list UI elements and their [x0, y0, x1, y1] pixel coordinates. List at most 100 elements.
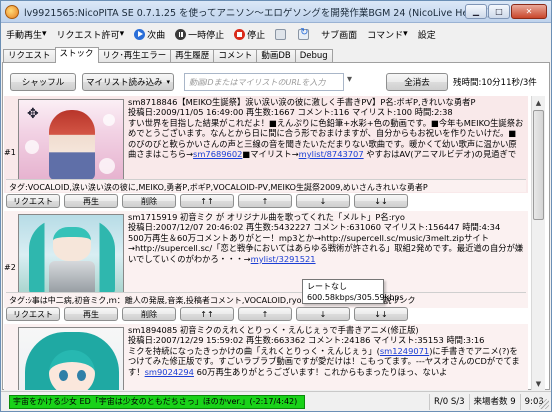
- pause-icon: [175, 28, 187, 40]
- video-description: ミクを持続になったきっかけの曲「えれくとりっく・えんじぇぅ」(sm1249071…: [128, 345, 520, 377]
- mylist-link[interactable]: mylist/3291521: [251, 254, 316, 264]
- window-title: lv9921565:NicoPITA SE 0.7.1.25 を使ってアニソン～…: [24, 7, 491, 19]
- video-meta: 投稿日:2009/11/05 16:49:00 再生数:1667 コメント:11…: [128, 107, 453, 118]
- item-info: sm1715919 初音ミク が オリジナル曲を歌ってくれた「メルト」P名:ry…: [128, 212, 524, 274]
- scroll-thumb[interactable]: [533, 110, 544, 220]
- mute-toggle[interactable]: [270, 25, 293, 43]
- tag-line: タグ:ｼ事は中二病,初音ミク,ｍ：離人の発展,音楽,投稿者コメント,VOCALO…: [6, 292, 526, 305]
- move-top-button[interactable]: ↑↑: [180, 194, 234, 208]
- video-title: sm1715919 初音ミク が オリジナル曲を歌ってくれた「メルト」P名:ry…: [128, 212, 405, 222]
- tab-bar: リクエスト ストック リク･再生エラー 再生履歴 コメント 動画DB Debug: [3, 47, 333, 63]
- move-up-button[interactable]: ↑: [238, 307, 292, 321]
- chevron-down-icon: ▾: [166, 78, 171, 86]
- manual-play-menu[interactable]: 手動再生 ▾: [1, 25, 52, 43]
- chevron-down-icon: ▾: [403, 29, 408, 39]
- item-info: sm1894085 初音ミクのえれくとりっく・えんじぇぅで手書きアニメ(修正版)…: [128, 325, 524, 387]
- item-number: #2: [4, 263, 16, 272]
- mute-icon: [275, 28, 287, 40]
- pause-label: 一時停止: [188, 30, 225, 41]
- minimize-button[interactable]: ▁: [465, 4, 487, 19]
- video-meta: 投稿日:2007/12/07 20:46:02 再生数:5432227 コメント…: [128, 222, 501, 233]
- command-menu[interactable]: コマンド ▾: [362, 25, 413, 43]
- move-bottom-button[interactable]: ↓↓: [354, 307, 408, 321]
- video-description: 500万再生＆60万コメントありがとー！mp3とか→http://superce…: [128, 232, 524, 264]
- sub-window-label: サブ画面: [321, 30, 358, 41]
- settings-menu[interactable]: 設定: [413, 25, 441, 43]
- repeat-toggle[interactable]: [293, 25, 316, 43]
- scroll-down-icon[interactable]: ▼: [532, 377, 545, 390]
- repeat-icon: [298, 27, 310, 40]
- next-icon: [134, 28, 146, 40]
- tab-stock[interactable]: ストック: [54, 47, 99, 63]
- remaining-time: 残時間:10分11秒/3件: [453, 78, 537, 88]
- play-button[interactable]: 再生: [64, 194, 118, 208]
- maximize-button[interactable]: □: [488, 4, 510, 19]
- tooltip-line: レートなし: [307, 282, 347, 291]
- load-mylist-button[interactable]: マイリスト読み込み ▾: [82, 73, 174, 91]
- move-down-button[interactable]: ↓: [296, 307, 350, 321]
- item-button-row: リクエスト 再生 削除 ↑↑ ↑ ↓ ↓↓: [6, 307, 408, 321]
- request-button[interactable]: リクエスト: [6, 194, 60, 208]
- move-cursor-icon: ✥: [27, 106, 39, 122]
- close-button[interactable]: ✕: [511, 4, 547, 19]
- shuffle-button[interactable]: シャッフル: [10, 73, 76, 91]
- request-allow-label: リクエスト許可: [56, 30, 120, 41]
- request-button[interactable]: リクエスト: [6, 307, 60, 321]
- scroll-up-icon[interactable]: ▲: [532, 96, 545, 109]
- stock-list[interactable]: #1 ✥ sm8718846【MEIKO生誕祭】涙い涙い涙の彼に激しく手書きPV…: [4, 96, 545, 390]
- tab-request-play-error[interactable]: リク･再生エラー: [97, 49, 172, 63]
- video-link[interactable]: sm7689602: [193, 149, 242, 159]
- tab-request[interactable]: リクエスト: [3, 49, 56, 63]
- tab-comment[interactable]: コメント: [213, 49, 258, 63]
- tab-video-db[interactable]: 動画DB: [256, 49, 296, 63]
- video-meta: 投稿日:2007/12/29 15:59:02 再生数:663362 コメント:…: [128, 335, 485, 346]
- clear-all-button[interactable]: 全消去: [386, 73, 448, 91]
- status-bar: 宇宙をかける少女 ED「宇宙は少女のともだちさっ」ほのかver.」(-2:17/…: [1, 391, 551, 411]
- resize-grip-icon[interactable]: [539, 399, 549, 409]
- settings-label: 設定: [417, 30, 436, 41]
- visitor-count: 来場者数 9: [468, 393, 520, 410]
- request-allow-menu[interactable]: リクエスト許可 ▾: [52, 25, 130, 43]
- video-thumbnail[interactable]: ✥: [18, 99, 124, 181]
- video-description: すい世界を目指した結果がこれだよ！■えんぷりに色鉛筆+水彩+色の動画です。■今年…: [128, 117, 524, 159]
- stop-icon: [234, 28, 246, 40]
- video-id-input[interactable]: [184, 73, 344, 91]
- stop-button[interactable]: 停止: [229, 25, 270, 43]
- sub-window-menu[interactable]: サブ画面: [316, 25, 362, 43]
- app-window: lv9921565:NicoPITA SE 0.7.1.25 を使ってアニソン～…: [0, 0, 552, 412]
- stop-label: 停止: [247, 30, 266, 41]
- mylist-link[interactable]: mylist/8743707: [299, 149, 364, 159]
- pause-button[interactable]: 一時停止: [170, 25, 229, 43]
- title-bar[interactable]: lv9921565:NicoPITA SE 0.7.1.25 を使ってアニソン～…: [1, 1, 551, 23]
- move-up-button[interactable]: ↑: [238, 194, 292, 208]
- next-song-button[interactable]: 次曲: [129, 25, 170, 43]
- video-thumbnail[interactable]: [18, 327, 124, 390]
- play-button[interactable]: 再生: [64, 307, 118, 321]
- vertical-scrollbar[interactable]: ▲ ▼: [531, 96, 545, 390]
- delete-button[interactable]: 削除: [122, 194, 176, 208]
- item-info: sm8718846【MEIKO生誕祭】涙い涙い涙の彼に激しく手書きPV】P名:ボ…: [128, 97, 524, 159]
- next-song-label: 次曲: [147, 30, 166, 41]
- item-number: #1: [4, 148, 16, 157]
- input-dropdown-icon[interactable]: ▾: [347, 74, 352, 85]
- chevron-down-icon: ▾: [119, 29, 125, 39]
- move-top-button[interactable]: ↑↑: [180, 307, 234, 321]
- now-playing[interactable]: 宇宙をかける少女 ED「宇宙は少女のともだちさっ」ほのかver.」(-2:17/…: [9, 394, 305, 409]
- tab-debug[interactable]: Debug: [294, 49, 333, 63]
- video-title: sm8718846【MEIKO生誕祭】涙い涙い涙の彼に激しく手書きPV】P名:ボ…: [128, 97, 476, 107]
- tag-line: タグ:VOCALOID,涙い涙い涙の彼に,MEIKO,勇者P,ボギP,VOCAL…: [6, 179, 526, 192]
- manual-play-label: 手動再生: [6, 30, 43, 41]
- move-bottom-button[interactable]: ↓↓: [354, 194, 408, 208]
- video-link[interactable]: sm9024294: [145, 367, 194, 377]
- video-thumbnail[interactable]: [18, 214, 124, 296]
- move-down-button[interactable]: ↓: [296, 194, 350, 208]
- bitrate-tooltip: レートなし 600.58kbps/305.59kbps: [302, 279, 404, 304]
- chevron-down-icon: ▾: [42, 29, 47, 39]
- item-button-row: リクエスト 再生 削除 ↑↑ ↑ ↓ ↓↓: [6, 194, 408, 208]
- request-stock-count: R/0 S/3: [429, 393, 469, 410]
- tooltip-line: 600.58kbps/305.59kbps: [307, 293, 404, 302]
- command-label: コマンド: [367, 30, 404, 41]
- video-link[interactable]: sm1249071: [380, 346, 429, 356]
- delete-button[interactable]: 削除: [122, 307, 176, 321]
- tab-play-history[interactable]: 再生履歴: [170, 49, 215, 63]
